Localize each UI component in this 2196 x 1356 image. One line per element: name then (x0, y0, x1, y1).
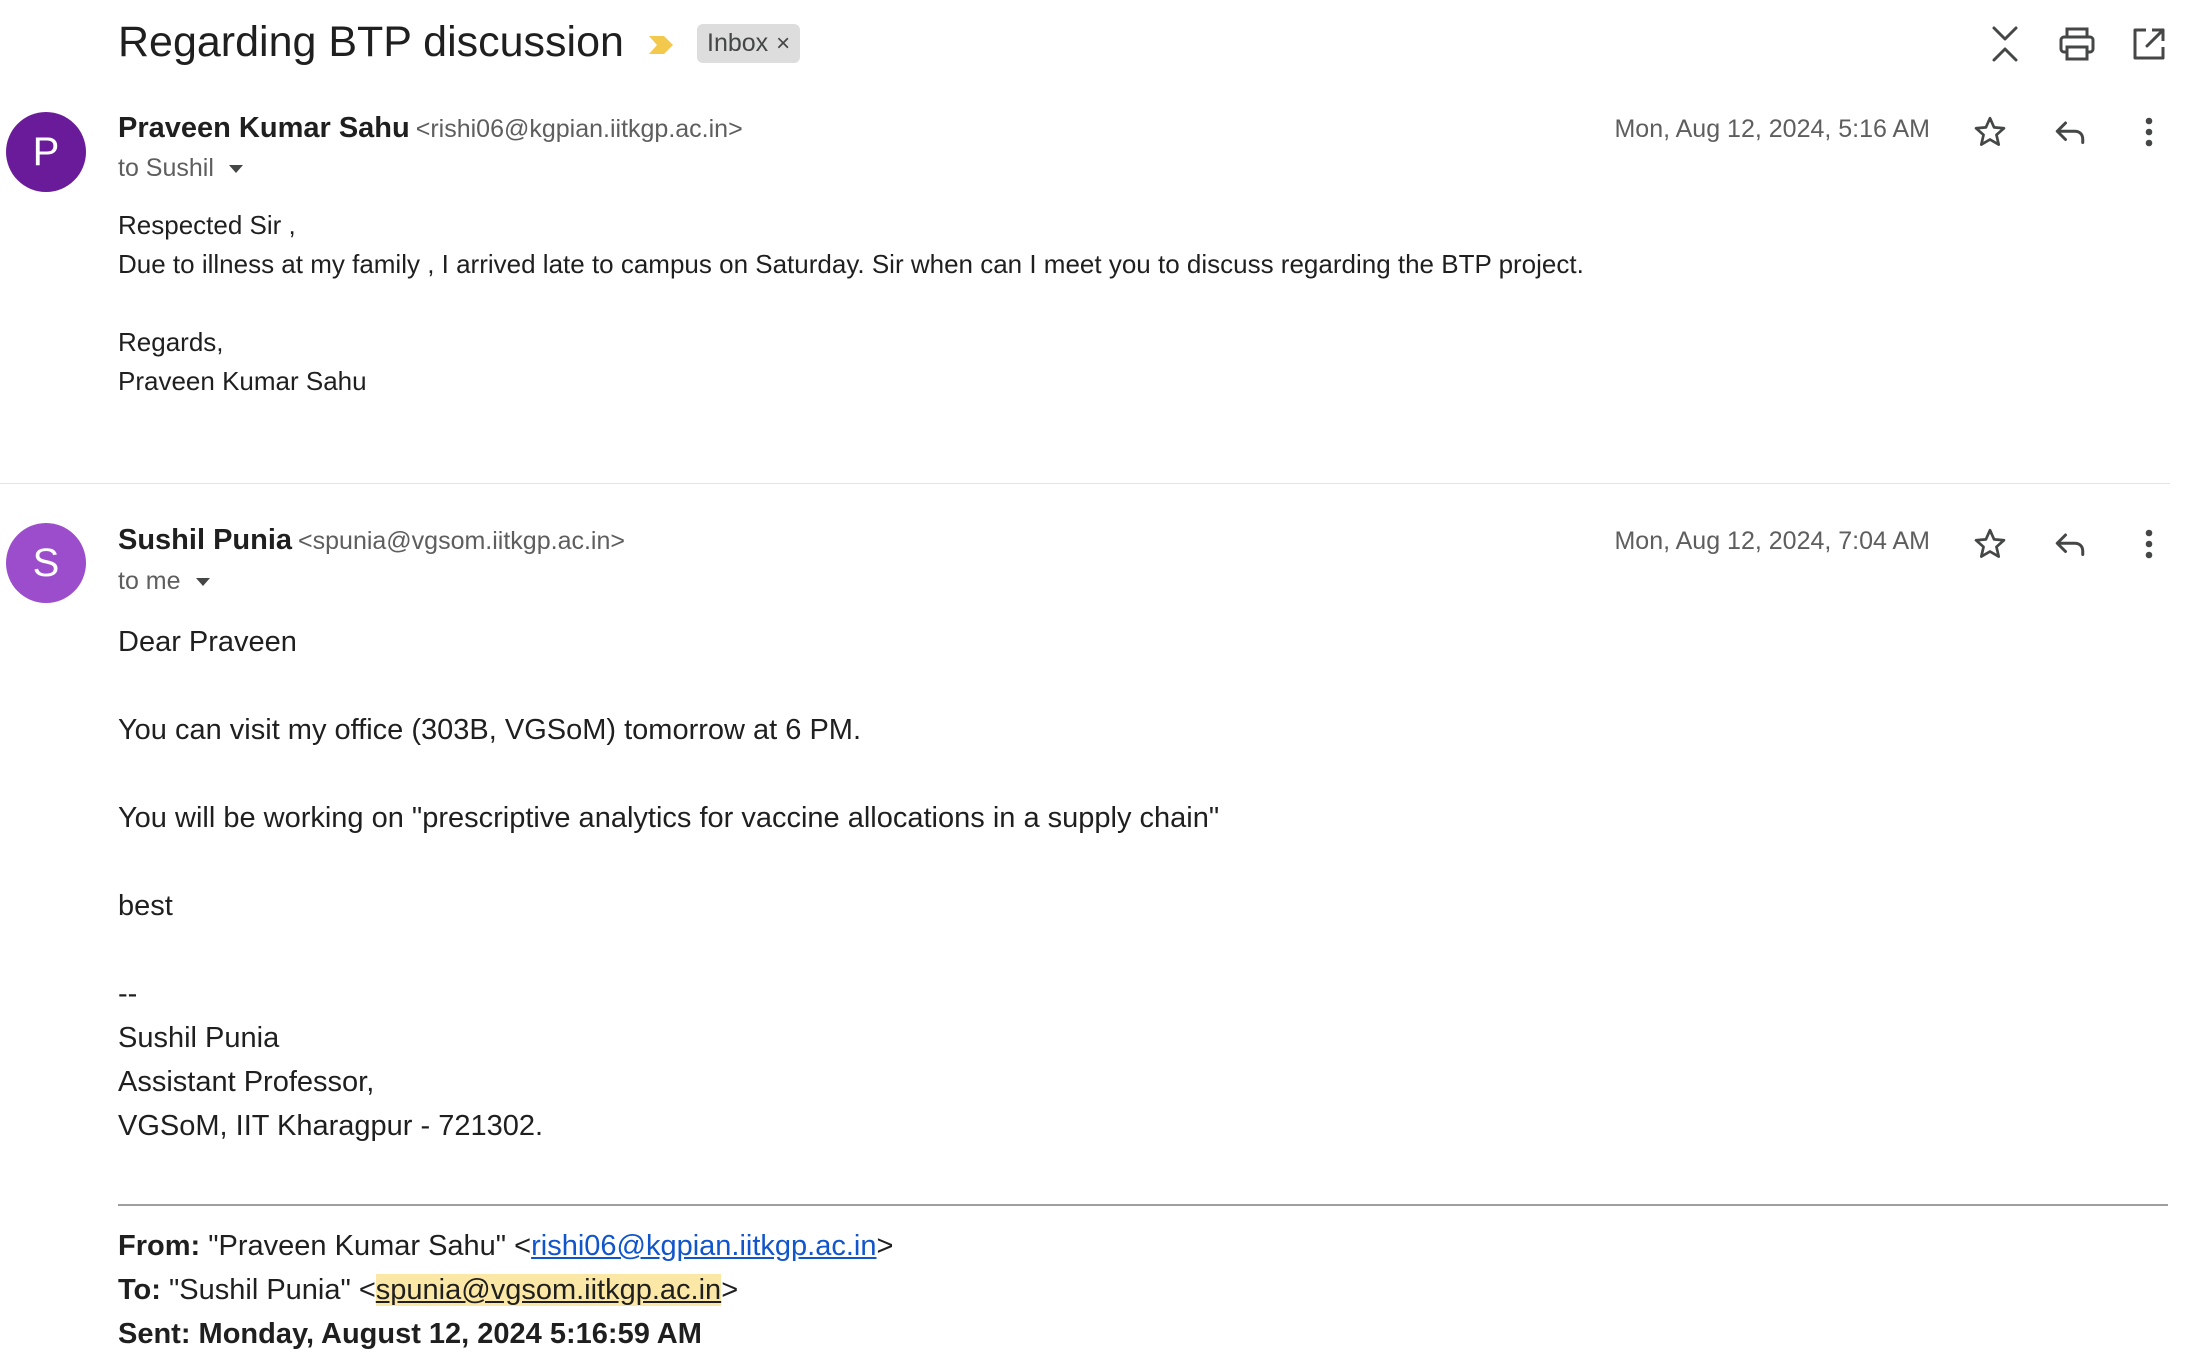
to-close: > (721, 1274, 739, 1306)
message-date: Mon, Aug 12, 2024, 5:16 AM (1614, 115, 1930, 143)
quoted-divider (118, 1204, 2168, 1206)
more-options-icon[interactable] (2125, 520, 2173, 568)
to-name: "Sushil Punia" < (169, 1274, 376, 1306)
thread-subject: Regarding BTP discussion (118, 18, 624, 66)
collapse-all-icon[interactable] (1981, 20, 2029, 68)
message-sender: Sushil Punia <spunia@vgsom.iitkgp.ac.in> (118, 524, 625, 557)
from-label: From: (118, 1230, 201, 1262)
sender-email: <spunia@vgsom.iitkgp.ac.in> (298, 527, 625, 555)
from-name: "Praveen Kumar Sahu" < (208, 1230, 532, 1262)
reply-icon[interactable] (2046, 108, 2094, 156)
star-icon[interactable] (1966, 108, 2014, 156)
signature-line: Sushil Punia (118, 1022, 280, 1054)
body-line: You will be working on "prescriptive ana… (118, 802, 1220, 834)
quoted-sent: Sent: Monday, August 12, 2024 5:16:59 AM (118, 1318, 702, 1350)
message-sender: Praveen Kumar Sahu <rishi06@kgpian.iitkgp… (118, 112, 743, 145)
signature-line: -- (118, 978, 138, 1010)
message-body: Dear Praveen You can visit my office (30… (118, 620, 1219, 1148)
open-in-new-window-icon[interactable] (2125, 20, 2173, 68)
message-body: Respected Sir , Due to illness at my fam… (118, 206, 1584, 401)
reply-icon[interactable] (2046, 520, 2094, 568)
star-icon[interactable] (1966, 520, 2014, 568)
body-line: You can visit my office (303B, VGSoM) to… (118, 714, 862, 746)
chevron-down-icon (228, 164, 243, 173)
sender-avatar[interactable]: S (6, 523, 86, 603)
body-line: Due to illness at my family , I arrived … (118, 249, 1584, 279)
message-divider (0, 483, 2170, 484)
recipients-dropdown[interactable]: to me (118, 567, 211, 596)
to-label: To: (118, 1274, 161, 1306)
quoted-to: To: "Sushil Punia" <spunia@vgsom.iitkgp.… (118, 1268, 893, 1312)
from-close: > (876, 1230, 894, 1262)
body-line: best (118, 890, 173, 922)
print-icon[interactable] (2053, 20, 2101, 68)
body-line: Dear Praveen (118, 626, 297, 658)
importance-marker-icon[interactable] (646, 30, 676, 60)
body-line: Praveen Kumar Sahu (118, 366, 367, 396)
recipients-dropdown[interactable]: to Sushil (118, 154, 244, 183)
signature-line: VGSoM, IIT Kharagpur - 721302. (118, 1110, 544, 1142)
sender-name[interactable]: Sushil Punia (118, 524, 292, 556)
quoted-header: From: "Praveen Kumar Sahu" <rishi06@kgpi… (118, 1224, 893, 1356)
body-line: Respected Sir , (118, 210, 296, 240)
message-date: Mon, Aug 12, 2024, 7:04 AM (1614, 527, 1930, 555)
label-text: Inbox (707, 29, 769, 57)
signature-line: Assistant Professor, (118, 1066, 375, 1098)
chevron-down-icon (195, 577, 210, 586)
from-email-link[interactable]: rishi06@kgpian.iitkgp.ac.in (531, 1230, 876, 1262)
more-options-icon[interactable] (2125, 108, 2173, 156)
inbox-label-chip: Inbox × (697, 24, 801, 63)
sender-name[interactable]: Praveen Kumar Sahu (118, 112, 410, 144)
body-line (118, 284, 1584, 323)
body-line: Regards, (118, 327, 224, 357)
to-email-link[interactable]: spunia@vgsom.iitkgp.ac.in (375, 1274, 722, 1306)
recipients-text: to Sushil (118, 154, 214, 182)
sender-avatar[interactable]: P (6, 112, 86, 192)
recipients-text: to me (118, 567, 181, 595)
sender-email: <rishi06@kgpian.iitkgp.ac.in> (415, 115, 743, 143)
remove-label-icon[interactable]: × (776, 30, 790, 58)
quoted-from: From: "Praveen Kumar Sahu" <rishi06@kgpi… (118, 1224, 893, 1268)
